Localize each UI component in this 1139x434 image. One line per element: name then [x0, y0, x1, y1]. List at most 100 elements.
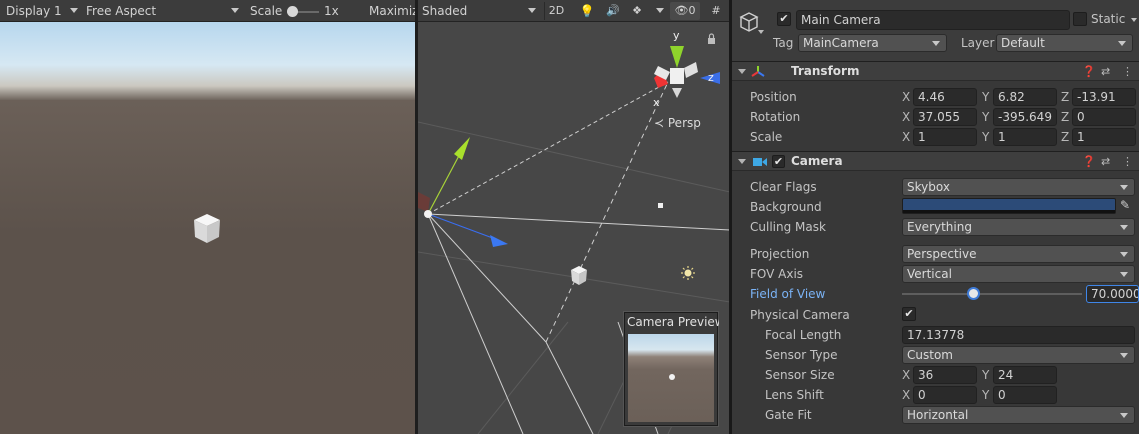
aspect-dropdown[interactable]: Free Aspect	[86, 2, 156, 20]
inspector-header: ✔ Main Camera Static Tag MainCamera Laye…	[732, 0, 1139, 62]
focal-length-input[interactable]: 17.13778	[902, 326, 1135, 344]
sensor-size-label: Sensor Size	[765, 368, 835, 382]
audio-icon[interactable]: 🔊	[602, 2, 624, 20]
gate-fit-dropdown[interactable]: Horizontal	[902, 406, 1135, 424]
culling-mask-value: Everything	[907, 220, 972, 234]
fov-axis-label: FOV Axis	[750, 267, 804, 281]
scale-label: Scale	[250, 4, 283, 18]
chevron-down-icon	[1120, 252, 1128, 257]
camera-title: Camera	[791, 154, 843, 168]
sensor-x-input[interactable]: 36	[913, 366, 977, 384]
chevron-down-icon	[70, 8, 78, 13]
eyedropper-icon[interactable]: ✎	[1120, 198, 1130, 212]
inspector-panel: ✔ Main Camera Static Tag MainCamera Laye…	[732, 0, 1139, 434]
lens-shift-label: Lens Shift	[765, 388, 824, 402]
persp-toggle[interactable]: ≺ Persp	[654, 116, 701, 130]
transform-title: Transform	[791, 64, 860, 78]
static-label: Static	[1091, 12, 1126, 26]
frustum-handle[interactable]	[658, 203, 663, 208]
game-ground	[0, 100, 417, 434]
scale-label: Scale	[750, 130, 783, 144]
scale-x-letter: X	[902, 130, 911, 144]
rotation-x-letter: X	[902, 110, 911, 124]
layer-label: Layer	[961, 36, 995, 50]
culling-mask-label: Culling Mask	[750, 220, 826, 234]
projection-label: Projection	[750, 247, 810, 261]
scale-y-input[interactable]: 1	[993, 128, 1057, 146]
tag-label: Tag	[773, 36, 794, 50]
tag-dropdown[interactable]: MainCamera	[798, 34, 947, 52]
presets-icon[interactable]: ⇄	[1101, 155, 1110, 168]
camera-preview-title: Camera Preview	[627, 315, 719, 329]
camera-header[interactable]: ✔ Camera ❓ ⇄ ⋮	[732, 151, 1139, 171]
display-dropdown[interactable]: Display 1	[6, 2, 62, 20]
lens-y-letter: Y	[982, 388, 990, 402]
background-label: Background	[750, 200, 822, 214]
context-menu-icon[interactable]: ⋮	[1122, 65, 1133, 78]
maximize-toggle[interactable]: Maximiz	[369, 2, 415, 20]
chevron-down-icon[interactable]	[1131, 18, 1137, 22]
position-z-input[interactable]: -13.91	[1072, 88, 1136, 106]
fov-input[interactable]: 70.0000	[1086, 285, 1139, 303]
fov-slider-handle[interactable]	[967, 287, 981, 300]
layer-dropdown[interactable]: Default	[996, 34, 1133, 52]
scale-z-input[interactable]: 1	[1072, 128, 1136, 146]
position-label: Position	[750, 90, 797, 104]
draw-mode-dropdown[interactable]: Shaded	[422, 2, 467, 20]
grid-icon[interactable]: #	[706, 2, 726, 20]
static-checkbox[interactable]	[1073, 12, 1087, 26]
active-checkbox[interactable]: ✔	[777, 12, 791, 26]
mode-2d-button[interactable]: 2D	[544, 2, 568, 20]
game-view: Display 1 Free Aspect Scale 1x Maximiz	[0, 0, 417, 434]
layer-value: Default	[1001, 36, 1045, 50]
projection-dropdown[interactable]: Perspective	[902, 245, 1135, 263]
position-x-letter: X	[902, 90, 911, 104]
sensor-x-letter: X	[902, 368, 911, 382]
fov-axis-dropdown[interactable]: Vertical	[902, 265, 1135, 283]
help-icon[interactable]: ❓	[1082, 155, 1096, 168]
chevron-down-icon	[1120, 353, 1128, 358]
lens-x-letter: X	[902, 388, 911, 402]
fov-slider-track[interactable]	[902, 293, 1082, 295]
camera-icon	[753, 158, 767, 166]
lens-y-input[interactable]: 0	[993, 386, 1057, 404]
sensor-type-label: Sensor Type	[765, 348, 838, 362]
camera-gizmo[interactable]	[424, 210, 432, 218]
hidden-objects-toggle[interactable]: 👁0	[670, 2, 700, 20]
lens-x-input[interactable]: 0	[913, 386, 977, 404]
culling-mask-dropdown[interactable]: Everything	[902, 218, 1135, 236]
position-y-input[interactable]: 6.82	[993, 88, 1057, 106]
chevron-down-icon	[1120, 225, 1128, 230]
foldout-arrow-icon[interactable]	[738, 159, 746, 164]
clear-flags-value: Skybox	[907, 180, 950, 194]
transform-header[interactable]: Transform ❓ ⇄ ⋮	[732, 61, 1139, 81]
scale-x-input[interactable]: 1	[913, 128, 977, 146]
effects-icon[interactable]: ❖	[626, 2, 648, 20]
help-icon[interactable]: ❓	[1082, 65, 1096, 78]
chevron-down-icon	[1120, 185, 1128, 190]
background-color-field[interactable]	[902, 198, 1116, 214]
foldout-arrow-icon[interactable]	[738, 69, 746, 74]
icon-dropdown-arrow[interactable]	[758, 30, 764, 34]
chevron-down-icon	[231, 8, 239, 13]
rotation-z-input[interactable]: 0	[1072, 108, 1136, 126]
lighting-icon[interactable]: 💡	[576, 2, 598, 20]
presets-icon[interactable]: ⇄	[1101, 65, 1110, 78]
rotation-x-input[interactable]: 37.055	[913, 108, 977, 126]
gizmo-x-label: x	[653, 96, 660, 109]
physical-camera-checkbox[interactable]: ✔	[902, 307, 916, 321]
chevron-down-icon	[1120, 413, 1128, 418]
gate-fit-label: Gate Fit	[765, 408, 812, 422]
object-name-input[interactable]: Main Camera	[796, 10, 1070, 30]
position-x-input[interactable]: 4.46	[913, 88, 977, 106]
sensor-type-dropdown[interactable]: Custom	[902, 346, 1135, 364]
rotation-y-input[interactable]: -395.649	[993, 108, 1057, 126]
tag-value: MainCamera	[803, 36, 879, 50]
scale-slider-handle[interactable]	[287, 6, 298, 17]
sensor-y-input[interactable]: 24	[993, 366, 1057, 384]
scene-toolbar: Shaded 2D 💡 🔊 ❖ 👁0 #	[418, 0, 730, 22]
gizmo-z-label: z	[708, 71, 714, 84]
context-menu-icon[interactable]: ⋮	[1122, 155, 1133, 168]
clear-flags-dropdown[interactable]: Skybox	[902, 178, 1135, 196]
camera-enabled-checkbox[interactable]: ✔	[772, 155, 785, 168]
